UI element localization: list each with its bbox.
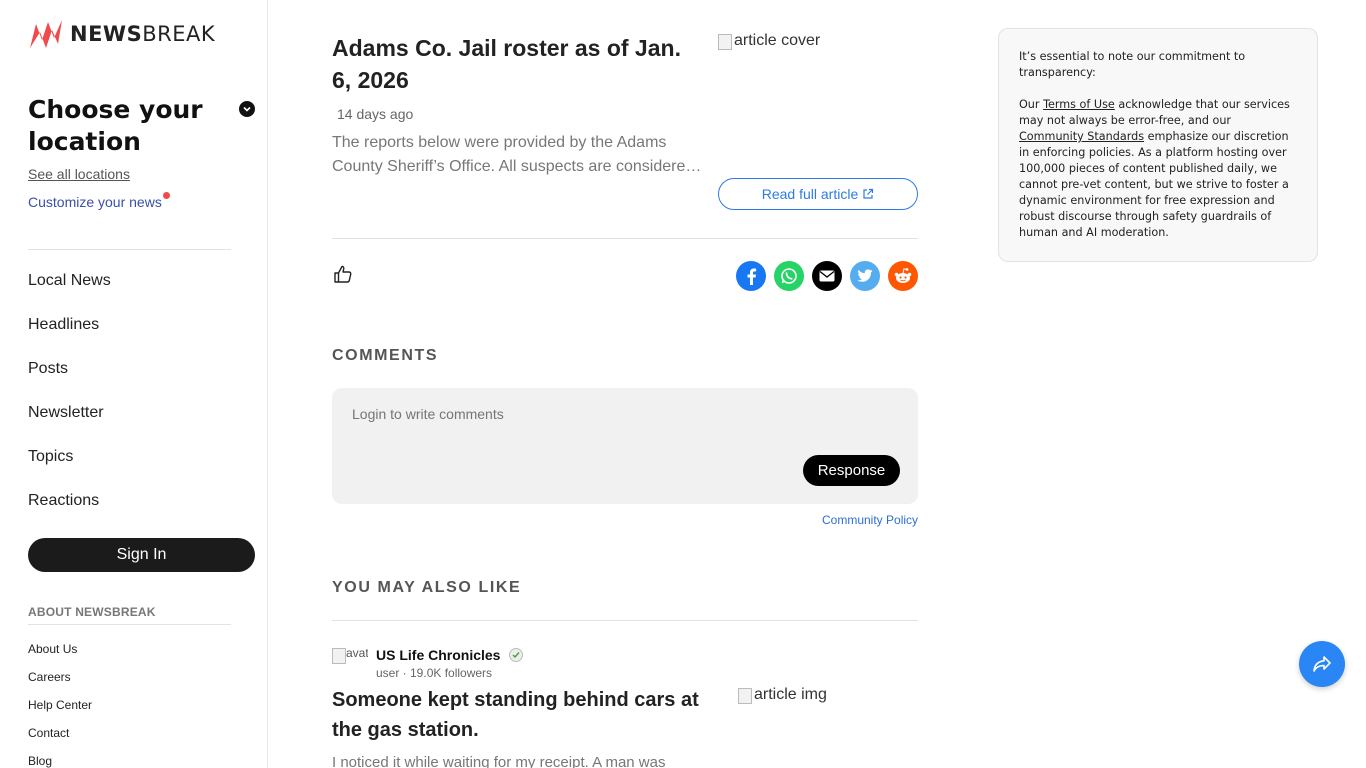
reddit-icon [894,268,912,283]
notice-text: Our [1019,98,1044,111]
broken-image-icon [718,34,732,50]
sidebar: NEWSBREAK Choose your location See all l… [0,0,268,768]
community-policy-link[interactable]: Community Policy [822,513,918,527]
twitter-share-button[interactable] [850,261,880,291]
recommended-article-title[interactable]: Someone kept standing behind cars at the… [332,685,717,745]
article-cover-image: article cover [718,32,918,172]
customize-news-label: Customize your news [28,194,162,210]
logo-wordmark: NEWSBREAK [70,22,216,46]
notification-dot [162,192,170,199]
external-link-icon [863,188,874,199]
broken-image-icon [738,688,752,704]
verified-badge-icon [509,648,523,662]
response-button[interactable]: Response [803,455,900,486]
blog-link[interactable]: Blog [28,753,92,768]
cover-alt-text: article cover [734,32,821,49]
location-dropdown-toggle[interactable] [239,101,255,117]
transparency-notice: It’s essential to note our commitment to… [998,28,1318,262]
customize-news-link[interactable]: Customize your news [28,192,170,210]
facebook-icon [747,268,757,285]
choose-location-title: Choose your location [28,95,203,156]
avatar[interactable]: avatar [332,646,368,682]
help-center-link[interactable]: Help Center [28,697,92,725]
notice-text: emphasize our discretion in enforcing po… [1019,130,1289,239]
nav-item-reactions[interactable]: Reactions [28,490,111,534]
share-arrow-icon [1313,656,1331,672]
notice-body: Our Terms of Use acknowledge that our se… [1019,97,1297,241]
notice-intro: It’s essential to note our commitment to… [1019,50,1246,79]
chevron-down-icon [243,106,251,112]
about-heading: ABOUT NEWSBREAK [28,605,156,619]
divider [28,249,231,250]
article-timestamp: 14 days ago [337,106,414,122]
read-full-article-label: Read full article [761,186,859,202]
about-us-link[interactable]: About Us [28,641,92,669]
twitter-icon [857,269,873,282]
whatsapp-icon [781,268,797,284]
article-title: Adams Co. Jail roster as of Jan. 6, 2026 [332,35,681,93]
newsbreak-logo-icon [30,20,62,48]
nav-item-posts[interactable]: Posts [28,358,111,402]
floating-share-button[interactable] [1299,641,1345,687]
whatsapp-share-button[interactable] [774,261,804,291]
share-bar [736,261,918,291]
see-all-locations-link[interactable]: See all locations [28,166,130,182]
divider [332,620,918,621]
nav-item-local-news[interactable]: Local News [28,270,111,314]
comment-input[interactable] [352,406,772,422]
article-summary-text: The reports below were provided by the A… [332,134,695,175]
newsbreak-logo[interactable]: NEWSBREAK [28,18,215,50]
about-links: About Us Careers Help Center Contact Blo… [28,641,92,768]
author-meta: user · 19.0K followers [376,666,493,680]
reddit-share-button[interactable] [888,261,918,291]
author-name[interactable]: US Life Chronicles [376,647,500,663]
nav-item-headlines[interactable]: Headlines [28,314,111,358]
contact-link[interactable]: Contact [28,725,92,753]
email-icon [819,270,835,282]
terms-of-use-link[interactable]: Terms of Use [1043,98,1115,111]
sidebar-nav: Local News Headlines Posts Newsletter To… [28,270,111,534]
recommended-article-image[interactable]: article img [738,686,827,704]
avatar-alt-text: avatar [346,646,368,660]
sign-in-button[interactable]: Sign In [28,538,255,572]
divider [332,238,918,239]
read-full-article-button[interactable]: Read full article [718,178,918,210]
nav-item-newsletter[interactable]: Newsletter [28,402,111,446]
comments-heading: COMMENTS [332,347,439,364]
broken-image-icon [332,648,346,664]
email-share-button[interactable] [812,261,842,291]
you-may-also-like-heading: YOU MAY ALSO LIKE [332,579,522,596]
article-img-alt-text: article img [754,686,827,703]
divider [28,624,231,625]
recommended-article-snippet: I noticed it while waiting for my receip… [332,754,666,768]
thumbs-up-icon[interactable] [333,264,353,284]
facebook-share-button[interactable] [736,261,766,291]
article-summary: The reports below were provided by the A… [332,131,704,179]
careers-link[interactable]: Careers [28,669,92,697]
nav-item-topics[interactable]: Topics [28,446,111,490]
community-standards-link[interactable]: Community Standards [1019,130,1144,143]
